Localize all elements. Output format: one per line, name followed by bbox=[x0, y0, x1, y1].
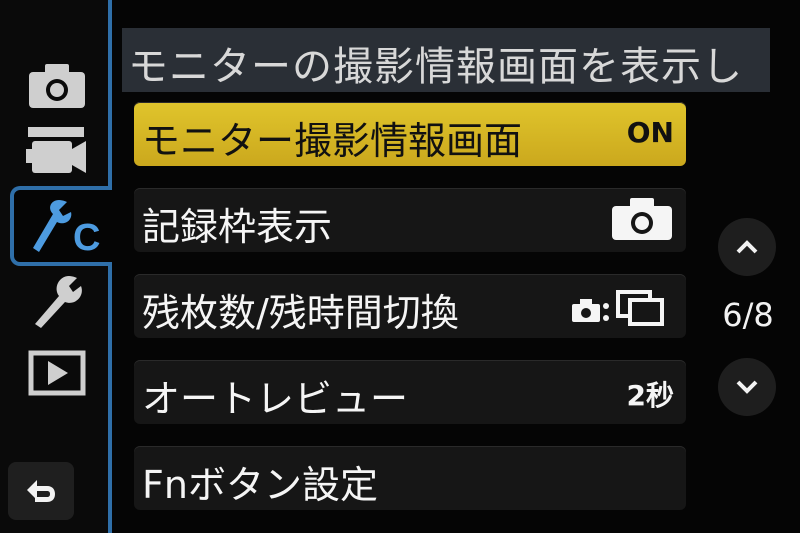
chevron-up-icon bbox=[736, 240, 758, 254]
svg-text:C: C bbox=[73, 217, 100, 254]
menu-item-fn-button-set[interactable]: Fnボタン設定 bbox=[134, 446, 686, 510]
menu-item-rec-frame-display[interactable]: 記録枠表示 bbox=[134, 188, 686, 252]
rail-divider-bottom bbox=[108, 266, 112, 533]
menu-item-label: 記録枠表示 bbox=[142, 205, 333, 249]
scroll-up-button[interactable] bbox=[718, 218, 776, 276]
menu-item-label: モニター撮影情報画面 bbox=[142, 119, 523, 163]
tab-rail: C bbox=[0, 0, 112, 533]
menu-item-label: Fnボタン設定 bbox=[142, 463, 378, 507]
menu-item-label: オートレビュー bbox=[142, 377, 409, 421]
chevron-down-icon bbox=[736, 380, 758, 394]
tab-custom[interactable]: C bbox=[10, 186, 112, 266]
return-arrow-icon bbox=[27, 480, 55, 502]
custom-wrench-c-icon: C bbox=[33, 200, 100, 254]
page-indicator: 6/8 bbox=[722, 296, 774, 334]
page-title: モニターの撮影情報画面を表示し bbox=[128, 44, 743, 90]
menu-item-value: ON bbox=[626, 116, 674, 149]
wrench-icon bbox=[35, 276, 82, 328]
menu-item-monitor-info-display[interactable]: モニター撮影情報画面 ON bbox=[134, 102, 686, 166]
scroll-down-button[interactable] bbox=[718, 358, 776, 416]
movie-camera-icon bbox=[26, 127, 86, 173]
back-button[interactable] bbox=[8, 462, 74, 520]
camera-icon bbox=[29, 64, 85, 108]
menu-item-value: 2秒 bbox=[626, 379, 674, 412]
camera-frames-icon bbox=[572, 290, 664, 326]
rail-divider-top bbox=[108, 0, 112, 186]
tab-playback[interactable] bbox=[22, 344, 92, 402]
menu-item-auto-review[interactable]: オートレビュー 2秒 bbox=[134, 360, 686, 424]
tab-setup[interactable] bbox=[22, 272, 92, 330]
camera-icon bbox=[612, 198, 672, 240]
tab-photo[interactable] bbox=[22, 56, 92, 114]
tab-movie[interactable] bbox=[22, 122, 92, 180]
menu-item-label: 残枚数/残時間切換 bbox=[142, 291, 459, 335]
help-text-banner: モニターの撮影情報画面を表示し bbox=[122, 28, 770, 92]
menu-item-remaining-display[interactable]: 残枚数/残時間切換 bbox=[134, 274, 686, 338]
play-icon bbox=[28, 350, 86, 396]
